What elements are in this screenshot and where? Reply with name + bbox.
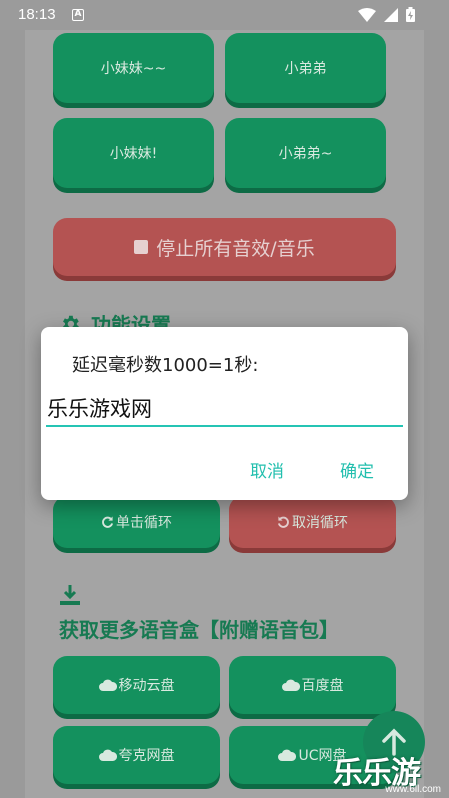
status-time: 18:13 <box>18 6 56 23</box>
cloud-label-mobile: 移动云盘 <box>118 678 175 694</box>
signal-icon <box>384 7 398 22</box>
confirm-button[interactable]: 确定 <box>340 457 374 482</box>
sound-button-3[interactable]: 小妹妹! <box>53 118 214 188</box>
download-icon <box>60 585 80 605</box>
cancel-loop-label: 取消循环 <box>292 515 348 531</box>
sound-button-2[interactable]: 小弟弟 <box>225 33 386 103</box>
watermark: 乐乐游戏 www.6ll.com <box>333 748 449 798</box>
status-icons <box>358 7 415 22</box>
stop-all-button[interactable]: 停止所有音效/音乐 <box>53 218 396 276</box>
cancel-loop-button[interactable]: 取消循环 <box>229 496 396 548</box>
undo-icon <box>277 515 290 529</box>
cloud-icon <box>98 749 117 761</box>
redo-icon <box>101 515 114 529</box>
download-title-text: 获取更多语音盒【附赠语音包】 <box>59 618 339 642</box>
single-loop-label: 单击循环 <box>116 515 172 531</box>
download-section-title: 获取更多语音盒【附赠语音包】 <box>59 614 339 643</box>
cloud-icon <box>98 679 117 691</box>
stop-all-label: 停止所有音效/音乐 <box>156 237 315 260</box>
cloud-label-quark: 夸克网盘 <box>118 748 175 764</box>
sound-button-4[interactable]: 小弟弟~ <box>225 118 386 188</box>
battery-icon <box>406 7 415 22</box>
delay-dialog: 延迟毫秒数1000=1秒: 取消 确定 <box>41 327 408 500</box>
dialog-title: 延迟毫秒数1000=1秒: <box>72 355 259 376</box>
cloud-icon <box>278 749 297 761</box>
notification-icon: A <box>72 9 84 21</box>
cloud-button-baidu[interactable]: 百度盘 <box>229 656 396 714</box>
single-loop-button[interactable]: 单击循环 <box>53 496 220 548</box>
cloud-label-baidu: 百度盘 <box>301 678 344 694</box>
cloud-button-mobile[interactable]: 移动云盘 <box>53 656 220 714</box>
cancel-button[interactable]: 取消 <box>250 457 284 482</box>
stop-icon <box>134 240 149 254</box>
status-bar: 18:13 A <box>0 0 449 30</box>
cloud-icon <box>281 679 300 691</box>
delay-input[interactable] <box>46 391 403 427</box>
watermark-url: www.6ll.com <box>385 784 441 795</box>
cloud-button-quark[interactable]: 夸克网盘 <box>53 726 220 784</box>
sound-button-1[interactable]: 小妹妹~~ <box>53 33 214 103</box>
wifi-icon <box>358 7 376 22</box>
